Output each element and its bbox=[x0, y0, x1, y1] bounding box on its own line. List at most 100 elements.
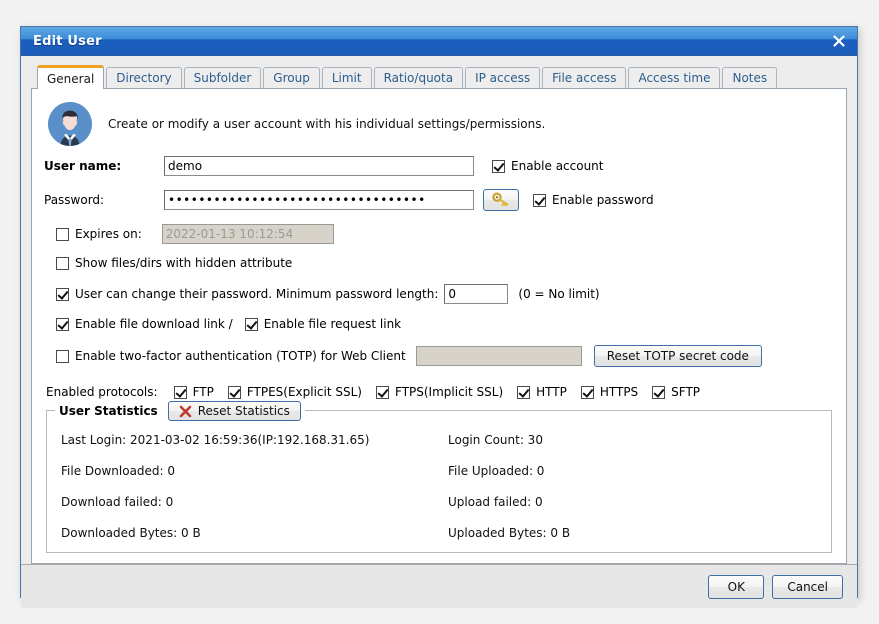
totp-label: Enable two-factor authentication (TOTP) … bbox=[75, 349, 406, 363]
checkbox-box bbox=[533, 193, 546, 207]
change-password-label: User can change their password. Minimum … bbox=[75, 287, 439, 301]
close-icon[interactable] bbox=[829, 31, 849, 51]
statistics-right-column: Login Count: 30 File Uploaded: 0 Upload … bbox=[430, 433, 817, 542]
links-row: Enable file download link / Enable file … bbox=[44, 314, 834, 334]
stat-last-login: Last Login: 2021-03-02 16:59:36(IP:192.1… bbox=[61, 433, 370, 447]
download-link-label: Enable file download link / bbox=[75, 317, 233, 331]
dialog-footer: OK Cancel bbox=[21, 564, 857, 608]
protocol-ftps-checkbox[interactable]: FTPS(Implicit SSL) bbox=[376, 385, 503, 399]
title-bar: Edit User bbox=[21, 27, 857, 56]
ok-button[interactable]: OK bbox=[708, 574, 765, 599]
enable-password-label: Enable password bbox=[552, 193, 654, 207]
cancel-button[interactable]: Cancel bbox=[772, 574, 843, 599]
totp-row: Enable two-factor authentication (TOTP) … bbox=[44, 343, 834, 369]
totp-secret-input[interactable] bbox=[415, 346, 582, 366]
checkbox-box bbox=[56, 287, 69, 301]
tab-notes[interactable]: Notes bbox=[722, 67, 778, 88]
tab-general[interactable]: General bbox=[37, 65, 105, 89]
min-password-length-input[interactable] bbox=[444, 284, 509, 304]
totp-checkbox[interactable]: Enable two-factor authentication (TOTP) … bbox=[56, 349, 406, 363]
expires-date-input[interactable] bbox=[161, 224, 334, 244]
protocol-ftps-label: FTPS(Implicit SSL) bbox=[395, 385, 504, 399]
stat-download-failed: Download failed: 0 bbox=[61, 495, 174, 509]
panel-description: Create or modify a user account with his… bbox=[108, 117, 546, 131]
protocol-sftp-checkbox[interactable]: SFTP bbox=[652, 385, 700, 399]
tab-ratio-quota[interactable]: Ratio/quota bbox=[373, 67, 464, 88]
key-icon bbox=[492, 191, 510, 209]
checkbox-box bbox=[173, 385, 187, 399]
edit-user-dialog: Edit User General Directory Subfolder Gr… bbox=[20, 26, 858, 608]
tab-subfolder[interactable]: Subfolder bbox=[183, 67, 262, 88]
hidden-attribute-checkbox[interactable]: Show files/dirs with hidden attribute bbox=[56, 256, 292, 270]
password-label: Password: bbox=[44, 193, 105, 207]
protocol-http-label: HTTP bbox=[536, 385, 567, 399]
expires-row: Expires on: bbox=[44, 223, 834, 245]
statistics-grid: Last Login: 2021-03-02 16:59:36(IP:192.1… bbox=[61, 433, 817, 542]
dialog-body: General Directory Subfolder Group Limit … bbox=[21, 56, 857, 608]
hidden-attribute-label: Show files/dirs with hidden attribute bbox=[75, 256, 293, 270]
checkbox-box bbox=[244, 317, 258, 331]
reset-statistics-button[interactable]: Reset Statistics bbox=[167, 401, 301, 421]
stat-downloaded-bytes: Downloaded Bytes: 0 B bbox=[61, 526, 201, 540]
password-row: Password: ••••••••••••••••••••••••••••••… bbox=[44, 187, 834, 213]
tab-limit[interactable]: Limit bbox=[321, 67, 372, 88]
protocol-http-checkbox[interactable]: HTTP bbox=[517, 385, 567, 399]
hidden-attribute-row: Show files/dirs with hidden attribute bbox=[44, 253, 834, 273]
user-avatar-icon bbox=[48, 102, 92, 146]
red-x-icon bbox=[179, 405, 192, 418]
protocol-https-label: HTTPS bbox=[599, 385, 639, 399]
enable-account-checkbox[interactable]: Enable account bbox=[492, 159, 604, 173]
checkbox-box bbox=[56, 317, 69, 331]
general-tab-panel: Create or modify a user account with his… bbox=[31, 88, 847, 564]
reset-totp-button[interactable]: Reset TOTP secret code bbox=[593, 345, 762, 367]
username-row: User name: Enable account bbox=[44, 153, 834, 179]
checkbox-box bbox=[56, 227, 69, 241]
stat-login-count: Login Count: 30 bbox=[448, 433, 543, 447]
tab-bar: General Directory Subfolder Group Limit … bbox=[31, 64, 847, 89]
stat-file-uploaded: File Uploaded: 0 bbox=[448, 464, 545, 478]
stat-upload-failed: Upload failed: 0 bbox=[448, 495, 543, 509]
checkbox-box bbox=[652, 385, 666, 399]
tab-directory[interactable]: Directory bbox=[106, 67, 182, 88]
protocol-https-checkbox[interactable]: HTTPS bbox=[580, 385, 639, 399]
tab-file-access[interactable]: File access bbox=[542, 67, 627, 88]
stat-file-downloaded: File Downloaded: 0 bbox=[61, 464, 176, 478]
enable-account-label: Enable account bbox=[511, 159, 604, 173]
change-password-checkbox[interactable]: User can change their password. Minimum … bbox=[56, 287, 438, 301]
screen: Edit User General Directory Subfolder Gr… bbox=[0, 0, 879, 624]
panel-header: Create or modify a user account with his… bbox=[48, 101, 834, 147]
protocol-ftpes-label: FTPES(Explicit SSL) bbox=[246, 385, 362, 399]
statistics-left-column: Last Login: 2021-03-02 16:59:36(IP:192.1… bbox=[61, 433, 430, 542]
reset-statistics-label: Reset Statistics bbox=[197, 404, 290, 418]
request-link-checkbox[interactable]: Enable file request link bbox=[244, 317, 402, 331]
protocols-label: Enabled protocols: bbox=[46, 385, 158, 399]
window-title: Edit User bbox=[33, 33, 102, 49]
expires-checkbox[interactable]: Expires on: bbox=[56, 227, 142, 241]
user-statistics-legend: User Statistics Reset Statistics bbox=[55, 400, 305, 422]
tab-ip-access[interactable]: IP access bbox=[465, 67, 541, 88]
tab-group[interactable]: Group bbox=[263, 67, 320, 88]
protocol-ftp-checkbox[interactable]: FTP bbox=[173, 385, 214, 399]
username-input[interactable] bbox=[164, 156, 474, 176]
change-password-row: User can change their password. Minimum … bbox=[44, 282, 834, 306]
protocol-sftp-label: SFTP bbox=[671, 385, 701, 399]
protocols-row: Enabled protocols: FTP FTPES(Explicit SS… bbox=[44, 382, 834, 402]
expires-label: Expires on: bbox=[75, 227, 142, 241]
protocol-ftp-label: FTP bbox=[192, 385, 214, 399]
checkbox-box bbox=[580, 385, 594, 399]
request-link-label: Enable file request link bbox=[263, 317, 402, 331]
tab-access-time[interactable]: Access time bbox=[628, 67, 721, 88]
stat-uploaded-bytes: Uploaded Bytes: 0 B bbox=[448, 526, 571, 540]
username-label: User name: bbox=[44, 159, 122, 173]
enable-password-checkbox[interactable]: Enable password bbox=[533, 193, 654, 207]
user-statistics-title: User Statistics bbox=[59, 404, 158, 418]
password-input[interactable] bbox=[164, 190, 474, 210]
checkbox-box bbox=[56, 349, 69, 363]
no-limit-hint: (0 = No limit) bbox=[518, 287, 600, 301]
protocol-ftpes-checkbox[interactable]: FTPES(Explicit SSL) bbox=[227, 385, 362, 399]
user-statistics-groupbox: User Statistics Reset Statistics Last Lo… bbox=[46, 400, 832, 553]
checkbox-box bbox=[227, 385, 241, 399]
checkbox-box bbox=[376, 385, 389, 399]
generate-password-button[interactable] bbox=[483, 189, 519, 211]
download-link-checkbox[interactable]: Enable file download link / bbox=[56, 317, 233, 331]
